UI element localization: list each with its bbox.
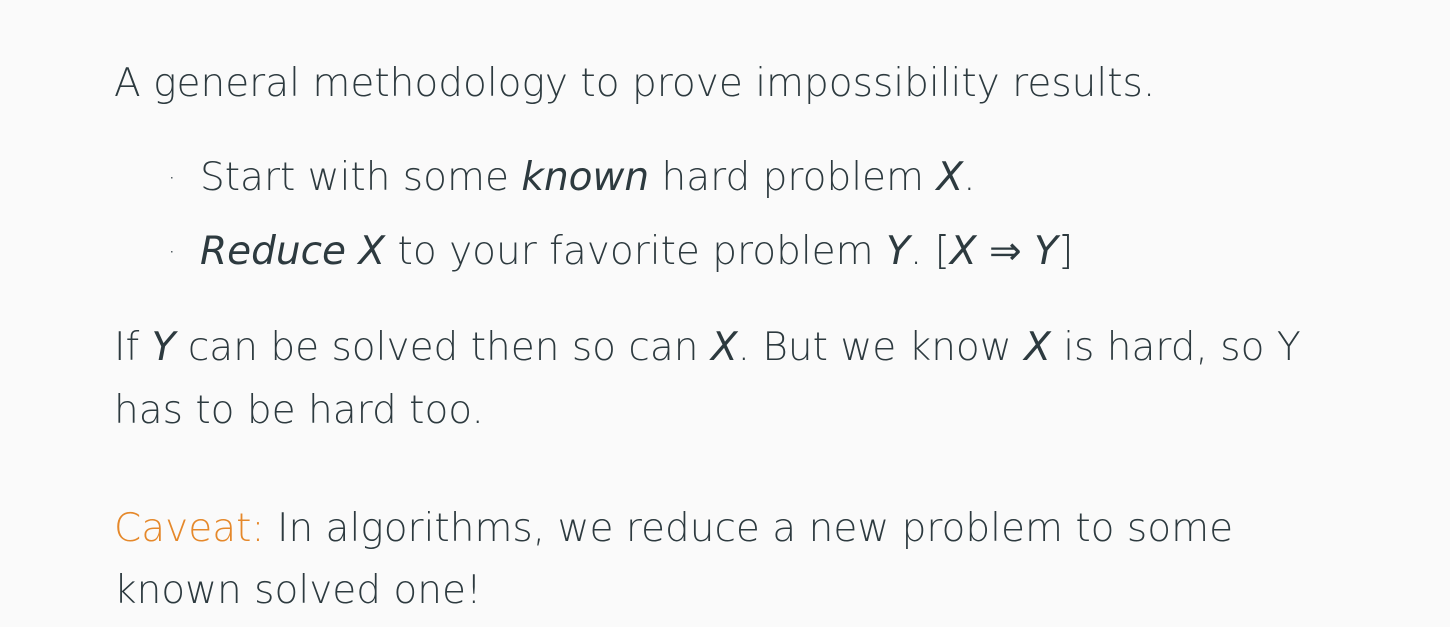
conclusion-y: Y	[151, 325, 176, 370]
bullet-2-bracket-close: ]	[1057, 229, 1074, 274]
bullet-1-pre: Start with some	[200, 155, 522, 200]
bullet-1-end: .	[963, 155, 976, 200]
caveat-line-1: Caveat: In algorithms, we reduce a new p…	[114, 509, 1233, 548]
conclusion-x2: X	[1024, 325, 1051, 370]
slide: A general methodology to prove impossibi…	[0, 0, 1450, 627]
bullet-2-y: Y	[886, 229, 910, 274]
conclusion-p2: can be solved then so can	[175, 325, 711, 370]
bullet-2-dot: ·	[168, 238, 176, 266]
bullet-1-dot: ·	[168, 164, 176, 192]
bullet-2-x2: X	[949, 229, 977, 274]
bullet-2-arrow: ⇒	[976, 229, 1035, 274]
conclusion-line-2: has to be hard too.	[114, 388, 484, 433]
bullet-1-mid: hard problem	[649, 155, 937, 200]
conclusion-p3: . But we know	[737, 325, 1025, 370]
conclusion-p1: If	[114, 325, 152, 370]
caveat-text: In algorithms, we reduce a new problem t…	[264, 506, 1234, 551]
bullet-1: Start with some known hard problem X.	[200, 158, 976, 197]
bullet-2-sp1	[346, 229, 358, 274]
conclusion-p4: is hard, so Y	[1050, 325, 1301, 370]
bullet-2-y2: Y	[1034, 229, 1058, 274]
bullet-1-known: known	[521, 155, 650, 200]
conclusion-line-1: If Y can be solved then so can X. But we…	[114, 328, 1301, 367]
bullet-2-mid: to your favorite problem	[385, 229, 887, 274]
conclusion-x: X	[710, 325, 738, 370]
bullet-2: Reduce X to your favorite problem Y. [X …	[200, 232, 1073, 271]
bullet-2-x: X	[358, 229, 386, 274]
caveat-line-2: known solved one!	[114, 568, 482, 613]
bullet-1-x: X	[936, 155, 964, 200]
intro-text: A general methodology to prove impossibi…	[114, 61, 1156, 106]
caveat-label: Caveat:	[114, 506, 265, 551]
bullet-2-bracket-open: . [	[909, 229, 950, 274]
bullet-2-reduce: Reduce	[200, 229, 347, 274]
